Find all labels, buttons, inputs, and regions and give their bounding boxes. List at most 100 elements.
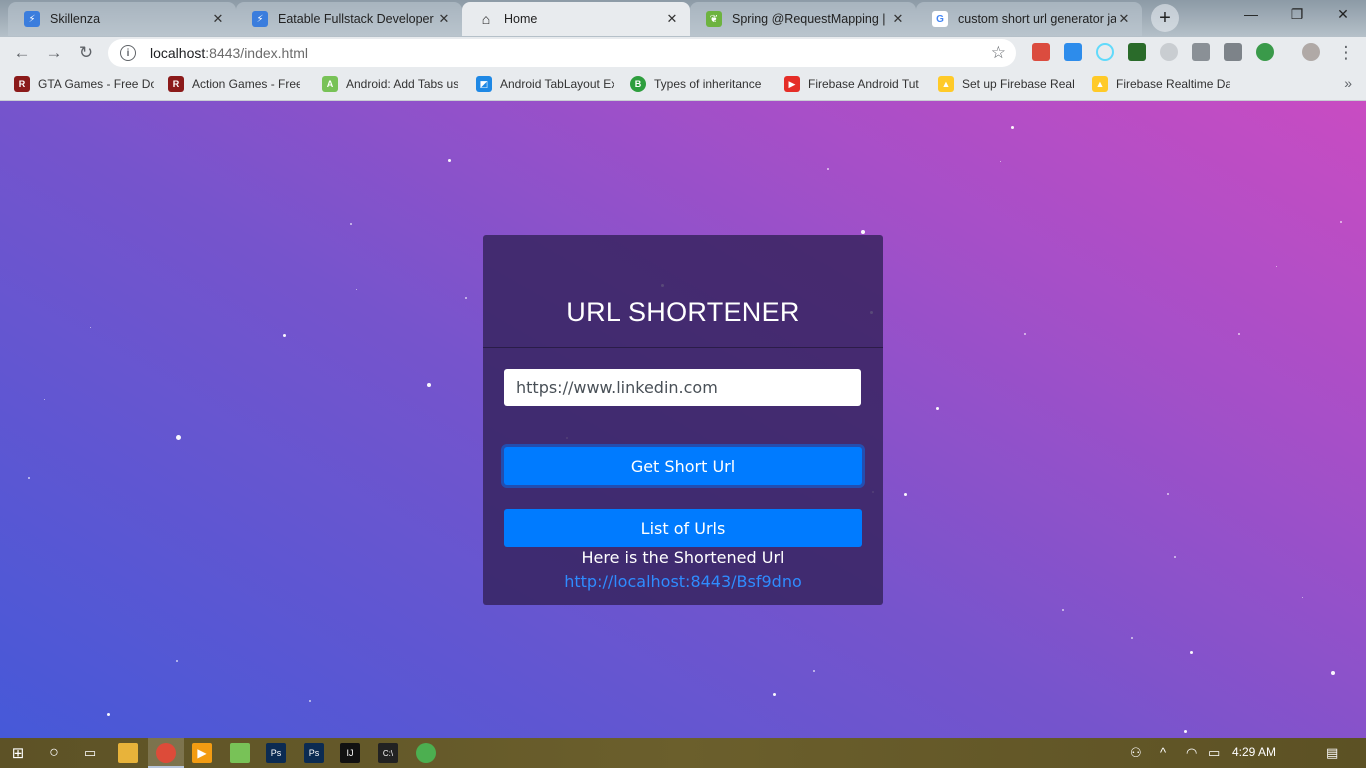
star-dot — [1190, 651, 1193, 654]
windows-taskbar: ⊞ ○ ▭ ▶ Ps Ps IJ C:\ ⚇ ^ ◠ ▭ ♪ 4:29 AM ▤ — [0, 738, 1366, 768]
star-dot — [1302, 597, 1303, 598]
bookmark-android-tabs[interactable]: A Android: Add Tabs us — [322, 76, 458, 92]
r-logo-icon: R — [14, 76, 30, 92]
bookmark-action-games[interactable]: R Action Games - Free — [168, 76, 300, 92]
close-tab-icon[interactable]: ✕ — [436, 11, 452, 27]
star-dot — [1238, 333, 1240, 335]
bookmark-android-tablayout[interactable]: ◩ Android TabLayout Ex — [476, 76, 614, 92]
bookmark-firebase-realtime[interactable]: ▲ Firebase Realtime Dat — [1092, 76, 1230, 92]
star-dot — [90, 327, 91, 328]
task-view-icon[interactable]: ▭ — [80, 743, 100, 763]
home-icon: ⌂ — [481, 11, 491, 27]
firebase-icon: ▲ — [1092, 76, 1108, 92]
bookmark-gta-games[interactable]: R GTA Games - Free Do — [14, 76, 154, 92]
chevron-up-icon[interactable]: ^ — [1160, 745, 1166, 760]
tab-spring[interactable]: ❦ Spring @RequestMapping | Ba ✕ — [690, 2, 916, 36]
address-bar[interactable]: i localhost:8443/index.html ☆ — [108, 39, 1016, 67]
address-host: localhost — [150, 45, 206, 61]
close-tab-icon[interactable]: ✕ — [1116, 11, 1132, 27]
windows-start-icon[interactable]: ⊞ — [8, 743, 28, 763]
react-devtools-icon[interactable] — [1096, 43, 1114, 61]
chrome-icon[interactable] — [156, 743, 176, 763]
extension-icon[interactable] — [1160, 43, 1178, 61]
close-tab-icon[interactable]: ✕ — [210, 11, 226, 27]
close-tab-icon[interactable]: ✕ — [664, 11, 680, 27]
wifi-icon[interactable]: ◠ — [1186, 745, 1197, 761]
star-dot — [1024, 333, 1026, 335]
media-player-icon[interactable]: ▶ — [192, 743, 212, 763]
battery-icon[interactable]: ▭ — [1208, 745, 1220, 761]
star-dot — [1340, 221, 1342, 223]
get-short-url-button[interactable]: Get Short Url — [504, 447, 862, 485]
notifications-icon[interactable]: ▤ — [1326, 745, 1338, 761]
star-dot — [1167, 493, 1169, 495]
tab-google[interactable]: G custom short url generator jav ✕ — [916, 2, 1142, 36]
star-dot — [1131, 637, 1133, 639]
command-prompt-icon[interactable]: C:\ — [378, 743, 398, 763]
eyedropper-extension-icon[interactable] — [1224, 43, 1242, 61]
intellij-icon[interactable]: IJ — [340, 743, 360, 763]
star-dot — [936, 407, 939, 410]
android-studio-icon[interactable] — [230, 743, 250, 763]
bookmark-site-icon: ◩ — [476, 76, 492, 92]
star-dot — [44, 399, 45, 400]
new-tab-button[interactable]: + — [1151, 4, 1179, 32]
star-dot — [813, 670, 815, 672]
google-icon: G — [932, 11, 948, 27]
star-dot — [861, 230, 865, 234]
star-dot — [350, 223, 352, 225]
menu-kebab-icon[interactable]: ⋮ — [1334, 41, 1358, 65]
b-logo-icon: B — [630, 76, 646, 92]
star-dot — [1062, 609, 1064, 611]
bookmark-set-up-firebase[interactable]: ▲ Set up Firebase Realt — [938, 76, 1074, 92]
app-icon[interactable] — [416, 743, 436, 763]
tab-skillenza[interactable]: ⚡ Skillenza ✕ — [8, 2, 236, 36]
forward-icon[interactable]: → — [42, 41, 66, 65]
clock[interactable]: 4:29 AM — [1232, 745, 1276, 759]
restore-icon[interactable]: ❐ — [1282, 6, 1312, 23]
info-icon[interactable]: i — [120, 45, 136, 61]
todoist-extension-icon[interactable] — [1032, 43, 1050, 61]
divider — [483, 347, 883, 348]
photoshop-icon[interactable]: Ps — [266, 743, 286, 763]
youtube-icon: ▶ — [784, 76, 800, 92]
r-logo-icon: R — [168, 76, 184, 92]
list-of-urls-button[interactable]: List of Urls — [504, 509, 862, 547]
bookmark-firebase-android[interactable]: ▶ Firebase Android Tut — [784, 76, 920, 92]
star-dot — [356, 289, 357, 290]
back-icon[interactable]: ← — [10, 41, 34, 65]
trello-extension-icon[interactable] — [1064, 43, 1082, 61]
reload-icon[interactable]: ↻ — [74, 41, 98, 65]
star-dot — [465, 297, 467, 299]
star-dot — [283, 334, 286, 337]
close-tab-icon[interactable]: ✕ — [890, 11, 906, 27]
bookmark-star-icon[interactable]: ☆ — [991, 43, 1006, 63]
skillenza-icon: ⚡ — [24, 11, 40, 27]
cast-icon[interactable] — [1192, 43, 1210, 61]
url-input[interactable] — [504, 369, 861, 406]
star-dot — [904, 493, 907, 496]
tab-home[interactable]: ⌂ Home ✕ — [462, 2, 690, 36]
search-circle-icon[interactable]: ○ — [44, 743, 64, 763]
more-bookmarks-icon[interactable]: » — [1344, 75, 1352, 91]
bw-extension-icon[interactable] — [1128, 43, 1146, 61]
tab-eatable[interactable]: ⚡ Eatable Fullstack Developer ✕ — [236, 2, 462, 36]
star-dot — [773, 693, 776, 696]
photoshop-icon[interactable]: Ps — [304, 743, 324, 763]
tab-strip: ⚡ Skillenza ✕ ⚡ Eatable Fullstack Develo… — [0, 0, 1366, 37]
profile-avatar[interactable] — [1302, 43, 1320, 61]
file-explorer-icon[interactable] — [118, 743, 138, 763]
minimize-icon[interactable]: — — [1236, 6, 1266, 22]
star-dot — [1000, 161, 1001, 162]
star-dot — [827, 168, 829, 170]
globe-extension-icon[interactable] — [1256, 43, 1274, 61]
close-window-icon[interactable]: ✕ — [1328, 6, 1358, 23]
spring-leaf-icon: ❦ — [706, 11, 722, 27]
address-path: :8443/index.html — [205, 45, 308, 61]
browser-chrome: ⚡ Skillenza ✕ ⚡ Eatable Fullstack Develo… — [0, 0, 1366, 101]
bookmark-types-of-inheritance[interactable]: B Types of inheritance — [630, 76, 768, 92]
browser-toolbar: ← → ↻ i localhost:8443/index.html ☆ ⋮ — [0, 37, 1366, 69]
people-icon[interactable]: ⚇ — [1130, 745, 1142, 761]
short-url-link[interactable]: http://localhost:8443/Bsf9dno — [483, 572, 883, 591]
star-dot — [1184, 730, 1187, 733]
